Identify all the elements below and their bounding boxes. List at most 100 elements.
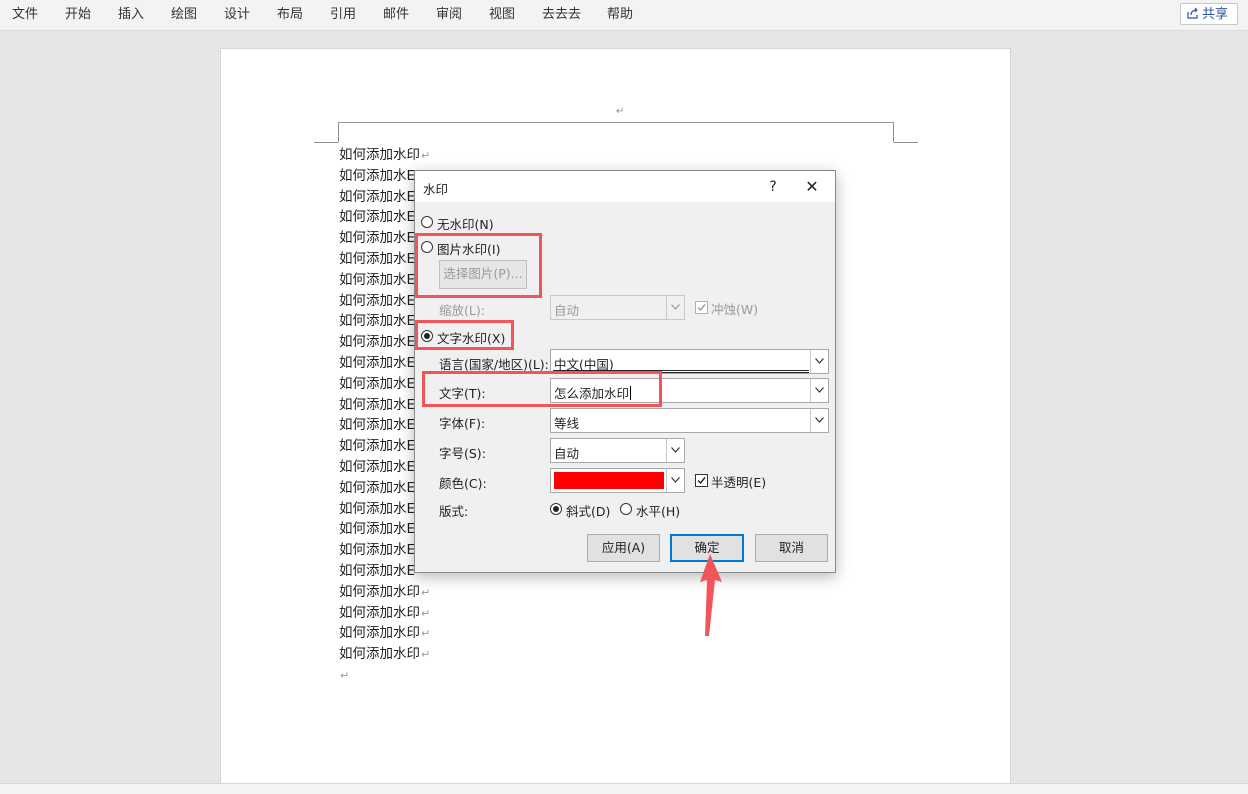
paragraph-mark: ↵ xyxy=(421,648,431,661)
status-bar xyxy=(0,783,1248,794)
line-text: 如何添加水E xyxy=(339,293,416,309)
paragraph-mark: ↵ xyxy=(421,149,431,162)
chevron-down-icon xyxy=(666,439,684,462)
chevron-down-icon xyxy=(810,379,828,402)
line-text: 如何添加水E xyxy=(339,459,416,475)
ribbon-tab-bar: 文件 开始 插入 绘图 设计 布局 引用 邮件 审阅 视图 去去去 帮助 共享 xyxy=(0,0,1248,31)
scale-dropdown[interactable]: 自动 xyxy=(550,295,685,320)
ribbon-tab[interactable]: 引用 xyxy=(330,0,356,30)
header-paragraph-mark: ↵ xyxy=(616,106,625,117)
line-text: 如何添加水印 xyxy=(339,625,420,641)
size-label: 字号(S): xyxy=(439,446,486,461)
ribbon-tab[interactable]: 邮件 xyxy=(383,0,409,30)
document-line: 如何添加水E xyxy=(339,436,415,456)
paragraph-mark: ↵ xyxy=(340,669,350,682)
horizontal-label[interactable]: 水平(H) xyxy=(636,501,680,520)
line-text: 如何添加水E xyxy=(339,521,416,537)
line-text: 如何添加水E xyxy=(339,480,416,496)
share-button[interactable]: 共享 xyxy=(1180,3,1238,25)
size-dropdown[interactable]: 自动 xyxy=(550,438,685,463)
line-text: 如何添加水E xyxy=(339,542,416,558)
document-line: 如何添加水E xyxy=(339,395,415,415)
line-text: 如何添加水E xyxy=(339,355,416,371)
semi-transparent-label[interactable]: 半透明(E) xyxy=(711,472,766,491)
semi-transparent-checkbox[interactable] xyxy=(695,474,708,487)
help-button[interactable]: ? xyxy=(761,175,785,199)
document-line: 如何添加水E xyxy=(339,374,415,394)
share-label: 共享 xyxy=(1202,7,1229,22)
pointer-arrow-icon xyxy=(700,554,722,636)
no-watermark-radio[interactable] xyxy=(421,216,433,228)
paragraph-mark: ↵ xyxy=(421,627,431,640)
document-line: 如何添加水印↵ xyxy=(339,623,430,643)
header-border-line xyxy=(338,122,894,123)
washout-checkbox[interactable] xyxy=(695,301,708,314)
highlight-picture-watermark xyxy=(415,233,542,298)
line-text: 如何添加水E xyxy=(339,168,416,184)
line-text: 如何添加水E xyxy=(339,230,416,246)
line-text: 如何添加水E xyxy=(339,209,416,225)
dialog-titlebar: 水印 ? ✕ xyxy=(415,171,835,202)
line-text: 如何添加水E xyxy=(339,251,416,267)
crop-mark-right-h xyxy=(894,142,918,143)
line-text: 如何添加水E xyxy=(339,501,416,517)
diagonal-label[interactable]: 斜式(D) xyxy=(566,501,610,520)
highlight-text-field xyxy=(422,371,662,407)
diagonal-radio[interactable] xyxy=(550,503,562,515)
document-line: 如何添加水印↵ xyxy=(339,644,430,664)
document-line: 如何添加水E xyxy=(339,291,415,311)
paragraph-mark: ↵ xyxy=(421,607,431,620)
chevron-down-icon xyxy=(666,469,684,492)
line-text: 如何添加水E xyxy=(339,272,416,288)
font-value: 等线 xyxy=(554,416,580,431)
no-watermark-label[interactable]: 无水印(N) xyxy=(437,214,494,233)
chevron-down-icon xyxy=(810,350,828,373)
line-text: 如何添加水印 xyxy=(339,605,420,621)
line-text: 如何添加水E xyxy=(339,563,416,579)
line-text: 如何添加水E xyxy=(339,189,416,205)
line-text: 如何添加水E xyxy=(339,376,416,392)
line-text: 如何添加水印 xyxy=(339,584,420,600)
crop-mark-right-v xyxy=(893,122,894,142)
line-text: 如何添加水E xyxy=(339,313,416,329)
ribbon-tab[interactable]: 视图 xyxy=(489,0,515,30)
apply-button[interactable]: 应用(A) xyxy=(587,534,660,562)
font-dropdown[interactable]: 等线 xyxy=(550,408,829,433)
document-line: 如何添加水印↵ xyxy=(339,582,430,602)
ribbon-tab[interactable]: 审阅 xyxy=(436,0,462,30)
document-line: 如何添加水E xyxy=(339,207,415,227)
ribbon-tab[interactable]: 绘图 xyxy=(171,0,197,30)
document-line: 如何添加水E xyxy=(339,166,415,186)
empty-paragraph: ↵ xyxy=(339,665,349,685)
ribbon-tab[interactable]: 布局 xyxy=(277,0,303,30)
horizontal-radio[interactable] xyxy=(620,503,632,515)
ribbon-tab[interactable]: 设计 xyxy=(224,0,250,30)
ribbon-tab[interactable]: 去去去 xyxy=(542,0,581,30)
color-swatch xyxy=(554,472,664,489)
ribbon-tab[interactable]: 开始 xyxy=(65,0,91,30)
document-line: 如何添加水E xyxy=(339,228,415,248)
line-text: 如何添加水E xyxy=(339,417,416,433)
layout-label: 版式: xyxy=(439,504,469,519)
document-line: 如何添加水E xyxy=(339,415,415,435)
close-button[interactable]: ✕ xyxy=(799,175,825,199)
document-line: 如何添加水E xyxy=(339,311,415,331)
document-line: 如何添加水E xyxy=(339,353,415,373)
document-line: 如何添加水E xyxy=(339,332,415,352)
chevron-down-icon xyxy=(810,409,828,432)
size-value: 自动 xyxy=(554,446,580,461)
document-line: 如何添加水印↵ xyxy=(339,145,430,165)
ribbon-tab[interactable]: 帮助 xyxy=(607,0,633,30)
line-text: 如何添加水E xyxy=(339,397,416,413)
document-line: 如何添加水E xyxy=(339,561,415,581)
cancel-button[interactable]: 取消 xyxy=(755,534,828,562)
font-label: 字体(F): xyxy=(439,416,486,431)
dialog-title: 水印 xyxy=(423,182,449,197)
color-dropdown[interactable] xyxy=(550,468,685,493)
ribbon-tab[interactable]: 插入 xyxy=(118,0,144,30)
paragraph-mark: ↵ xyxy=(421,586,431,599)
ribbon-tab[interactable]: 文件 xyxy=(12,0,38,30)
document-line: 如何添加水E xyxy=(339,249,415,269)
line-text: 如何添加水印 xyxy=(339,147,420,163)
highlight-text-watermark xyxy=(415,320,514,350)
